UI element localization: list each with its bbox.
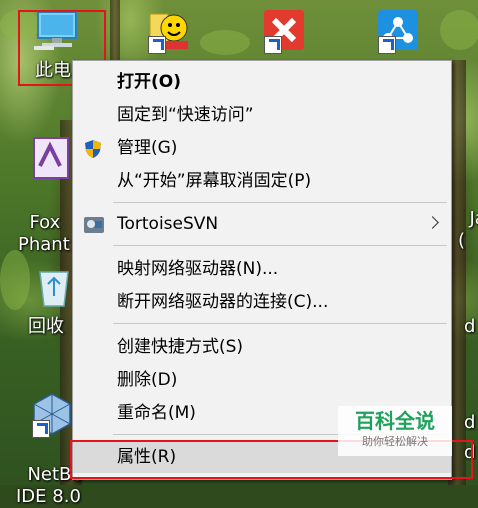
shortcut-arrow-icon <box>148 36 166 54</box>
watermark-subtitle: 助你轻松解决 <box>362 435 428 448</box>
tortoisesvn-icon <box>83 214 105 247</box>
network-app-icon[interactable] <box>376 8 420 54</box>
menu-item-delete[interactable]: 删除(D) <box>73 365 451 396</box>
menu-item-label: 映射网络驱动器(N)... <box>117 259 279 279</box>
leaf <box>0 250 30 310</box>
menu-item-tortoisesvn[interactable]: TortoiseSVN <box>73 209 451 240</box>
foxit-phantom-icon[interactable] <box>32 136 72 180</box>
menu-item-map-network-drive[interactable]: 映射网络驱动器(N)... <box>73 254 451 285</box>
smiley-app-icon[interactable] <box>146 8 190 54</box>
leaf <box>200 30 250 55</box>
desktop-icon-label: 回收 <box>28 316 64 337</box>
menu-item-label: 重命名(M) <box>117 403 196 423</box>
watermark-title: 百科全说 <box>355 409 435 433</box>
watermark-badge: 百科全说 助你轻松解决 <box>338 406 452 456</box>
desktop-icon-label: d <box>464 316 476 337</box>
menu-item-pin-quick-access[interactable]: 固定到“快速访问” <box>73 100 451 131</box>
netbeans-icon[interactable] <box>30 392 74 438</box>
shortcut-arrow-icon <box>32 420 50 438</box>
menu-item-label: 固定到“快速访问” <box>117 105 254 125</box>
submenu-chevron-right-icon <box>426 216 439 229</box>
desktop-icon-label: d <box>464 412 476 433</box>
menu-item-label: 管理(G) <box>117 138 178 158</box>
menu-item-label: 删除(D) <box>117 370 178 390</box>
menu-separator <box>113 323 447 324</box>
menu-item-label: 断开网络驱动器的连接(C)... <box>117 292 329 312</box>
menu-item-label: 从“开始”屏幕取消固定(P) <box>117 171 312 191</box>
desktop-icon-label: Fox Phant <box>18 212 70 255</box>
desktop-icon-label: NetBe IDE 8.0 <box>16 464 83 507</box>
menu-item-open[interactable]: 打开(O) <box>73 67 451 98</box>
menu-separator <box>113 245 447 246</box>
menu-item-label: TortoiseSVN <box>117 214 219 234</box>
desktop-icon-label: Jav ( <box>458 208 478 251</box>
menu-item-unpin-start[interactable]: 从“开始”屏幕取消固定(P) <box>73 166 451 197</box>
recycle-bin-icon[interactable] <box>34 264 74 308</box>
menu-item-manage[interactable]: 管理(G) <box>73 133 451 164</box>
menu-item-disconnect-network-drive[interactable]: 断开网络驱动器的连接(C)... <box>73 287 451 318</box>
menu-item-label: 创建快捷方式(S) <box>117 337 244 357</box>
menu-separator <box>113 202 447 203</box>
leaf <box>440 10 478 50</box>
menu-item-label: 打开(O) <box>117 72 181 92</box>
shortcut-arrow-icon <box>264 36 282 54</box>
menu-item-create-shortcut[interactable]: 创建快捷方式(S) <box>73 332 451 363</box>
shortcut-arrow-icon <box>378 36 396 54</box>
xmind-icon[interactable] <box>262 8 306 54</box>
